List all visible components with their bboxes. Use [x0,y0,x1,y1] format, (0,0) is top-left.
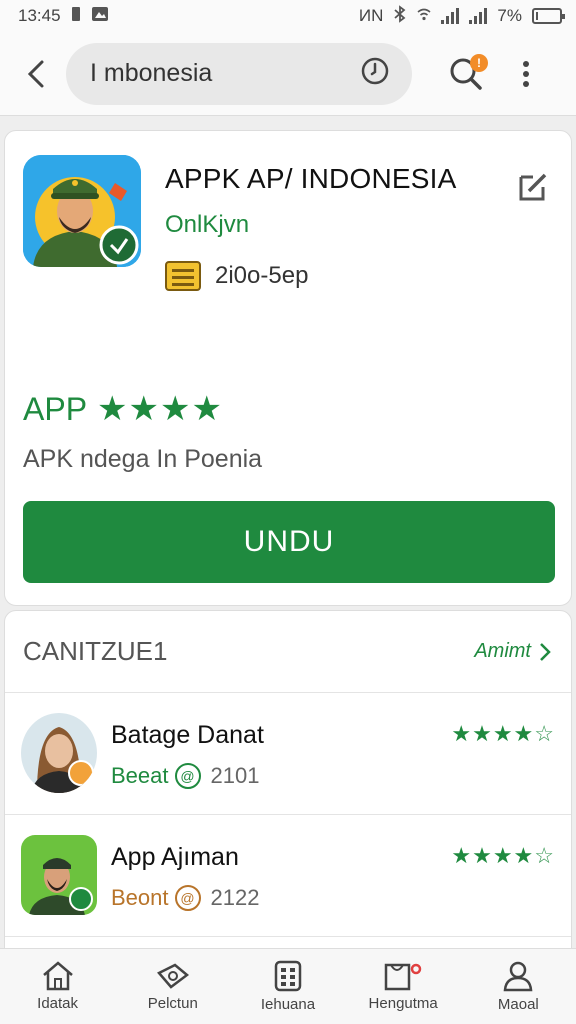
list-item[interactable]: App Ajıman Beont @ 2122 ★★★★☆ [5,815,571,937]
battery-percent: 7% [497,6,522,25]
stars-filled: ★★★★ [451,721,535,746]
status-bar: 13:45 ИN 7% [0,0,576,32]
bluetooth-icon [393,4,407,28]
related-header: CANITZUE1 Amimt [5,611,571,693]
nav-label: Pelctun [147,995,198,1012]
app-size: 2i0o-5ep [215,262,309,289]
document-icon [165,261,201,291]
app-title: APPK AP/ INDONESIA [165,163,457,194]
notification-badge: ! [470,53,488,72]
signal-icon [441,8,460,24]
cart-icon [384,963,422,991]
edit-icon [519,173,547,201]
see-all-link[interactable]: Amimt [474,640,551,663]
bottom-navigation: Idatak Pelctun Iehuana Hengutma Maoal [0,948,576,1024]
profile-icon [503,961,533,992]
badge-icon: @ [174,763,201,789]
edit-button[interactable] [515,169,551,205]
rating-stars: ★★★★ [97,390,223,428]
top-app-bar: I mbonesia ! [0,32,576,116]
stars-filled: ★★★★ [451,843,535,868]
list-item[interactable]: Batage Danat Beeat @ 2101 ★★★★☆ [5,693,571,815]
signal-icon-2 [469,8,488,24]
arrow-left-icon [27,60,44,87]
more-options-button[interactable] [508,49,544,99]
home-icon [42,961,73,991]
badge-icon: @ [174,885,201,911]
clock: 13:45 [18,6,61,25]
search-query: I mbonesia [90,59,213,87]
nav-item-profile[interactable]: Maoal [463,960,573,1013]
list-item-meta: Beeat @ 2101 [111,763,259,789]
rating-row: APP ★★★★ [23,389,223,429]
list-item-tag: Beont [111,885,169,910]
avatar [21,713,97,793]
related-apps-section: CANITZUE1 Amimt Batage Danat Beeat @ 210… [4,610,572,950]
ticket-icon [156,963,189,989]
list-item-count: 2101 [210,763,260,788]
list-item-count: 2122 [210,885,260,910]
chevron-right-icon [540,642,551,661]
more-vertical-icon [523,60,529,87]
list-item-rating: ★★★★☆ [451,721,555,747]
avatar [21,835,97,915]
rating-label: APP [23,390,88,427]
star-empty-icon: ☆ [534,843,555,868]
gallery-notification-icon [91,6,109,27]
nav-label: Idatak [37,995,79,1012]
nav-item-tickets[interactable]: Pelctun [118,961,228,1012]
app-detail-card: APPK AP/ INDONESIA OnlKjvn 2i0o-5ep APP … [4,130,572,606]
wifi-icon [417,6,431,27]
app-icon [23,155,141,267]
app-description: APK ndega In Poenia [23,445,263,473]
list-item-meta: Beont @ 2122 [111,885,259,911]
battery-icon [532,8,565,24]
network-type-label: ИN [358,6,384,25]
see-all-label: Amimt [474,640,531,662]
grid-icon [274,960,302,992]
battery-level-fill [536,12,538,20]
list-item-title: App Ajıman [111,843,239,871]
search-button[interactable]: ! [436,49,496,99]
nav-label: Iehuana [260,996,316,1013]
star-empty-icon: ☆ [534,721,555,746]
search-input[interactable]: I mbonesia [66,42,412,105]
list-item-title: Batage Danat [111,721,264,749]
history-icon[interactable] [360,56,390,91]
sim-icon [71,6,81,27]
list-item-rating: ★★★★☆ [451,843,555,869]
nav-item-home[interactable]: Idatak [3,961,113,1012]
back-button[interactable] [18,54,54,94]
app-developer[interactable]: OnlKjvn [165,211,249,239]
nav-item-cart[interactable]: Hengutma [348,961,458,1012]
nav-label: Maoal [497,996,539,1013]
nav-item-apps[interactable]: Iehuana [233,960,343,1013]
list-item-tag: Beeat [111,763,169,788]
download-button[interactable]: UNDU [23,501,555,583]
app-meta: 2i0o-5ep [165,261,308,291]
nav-label: Hengutma [368,995,438,1012]
section-title: CANITZUE1 [23,636,168,666]
